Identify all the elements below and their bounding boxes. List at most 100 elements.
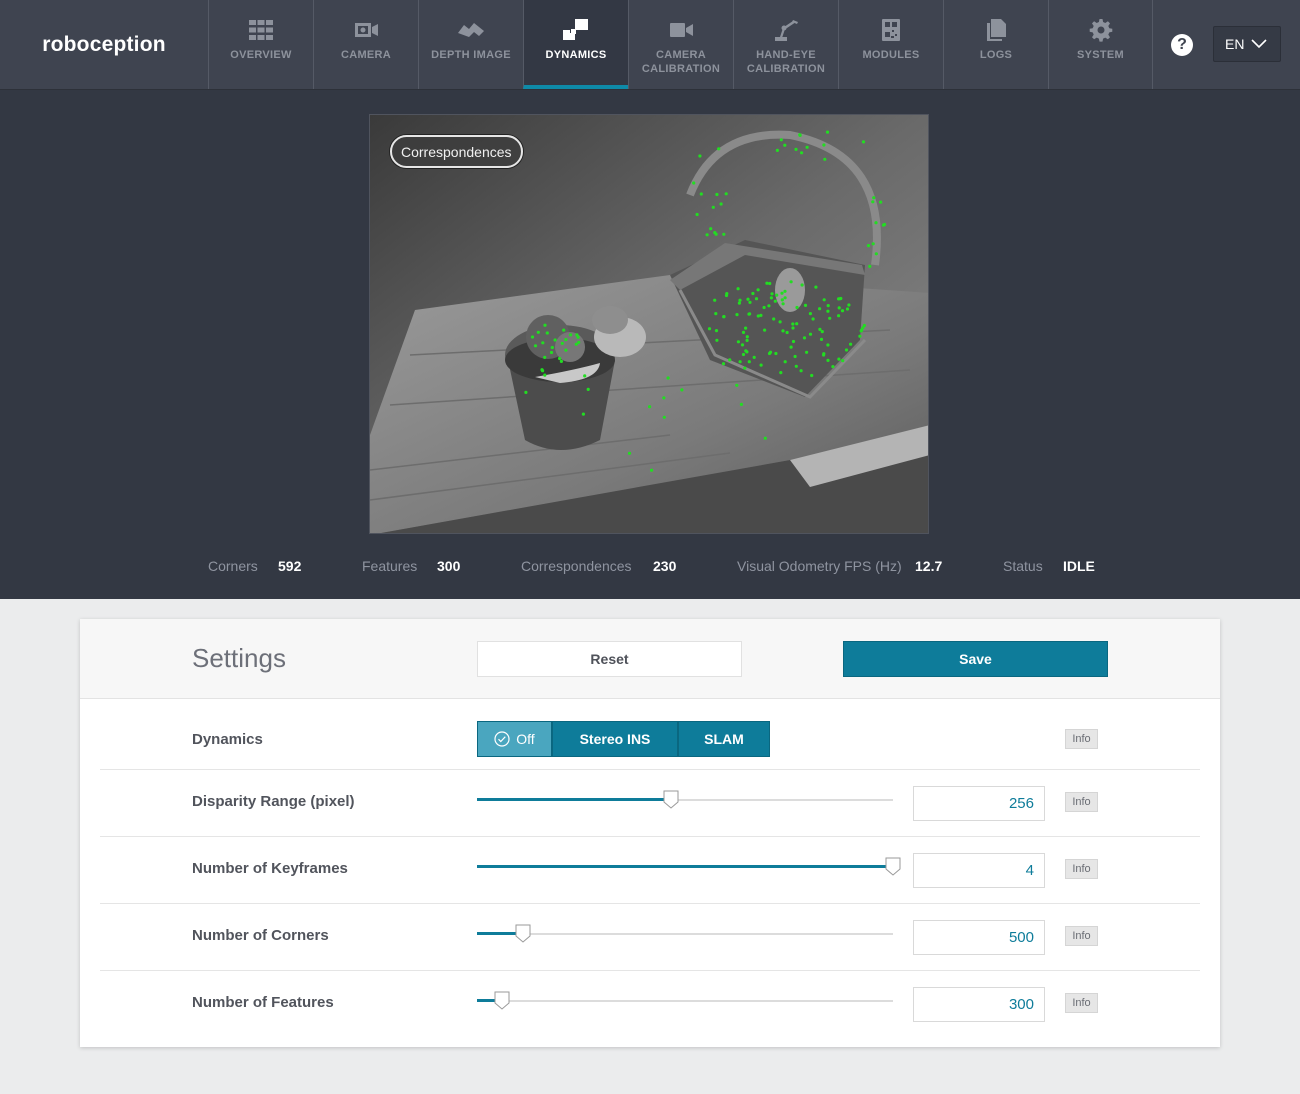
feature-point [741,330,746,334]
disparity-range-info-button[interactable]: Info [1065,792,1098,812]
feature-point [781,302,785,306]
features-slider[interactable] [477,991,893,1011]
tab-depth-image[interactable]: DEPTH IMAGE [418,0,523,89]
roboception-logo[interactable]: roboception [0,0,208,89]
keyframes-input[interactable]: 4 [913,853,1045,888]
feature-point [803,303,808,307]
reset-button[interactable]: Reset [477,641,742,677]
stat-corners-value: 592 [278,558,302,574]
corners-slider[interactable] [477,924,893,944]
feature-point [874,252,878,256]
disparity-range-slider[interactable] [477,790,893,810]
feature-point [789,280,793,284]
slider-thumb[interactable] [494,991,510,1010]
dynamics-off-button[interactable]: Off [477,721,552,757]
tab-system[interactable]: SYSTEM [1048,0,1153,89]
slider-thumb[interactable] [515,924,531,943]
feature-point [715,192,719,197]
feature-point [754,297,759,301]
tab-dynamics[interactable]: DYNAMICS [523,0,628,89]
features-label: Number of Features [192,994,334,1011]
feature-point [724,192,728,196]
dynamics-info-button[interactable]: Info [1065,729,1098,749]
slider-fill [477,865,893,868]
feature-point [680,388,684,392]
keyframes-info-button[interactable]: Info [1065,859,1098,879]
feature-point [794,147,798,151]
feature-point [666,376,670,380]
save-button[interactable]: Save [843,641,1108,677]
feature-point [871,242,875,246]
feature-point [793,354,797,359]
video-camera-icon [670,23,693,37]
feature-point [747,360,751,364]
features-info-button[interactable]: Info [1065,993,1098,1013]
dynamics-row: Dynamics Off Stereo INS SLAM Info [100,699,1200,770]
feature-point [818,327,822,331]
settings-header: Settings Reset Save [80,619,1220,699]
help-icon[interactable]: ? [1171,34,1193,56]
feature-point [805,350,809,354]
features-input[interactable]: 300 [913,987,1045,1022]
tab-logs[interactable]: LOGS [943,0,1048,89]
feature-point [800,151,804,155]
dynamics-slam-button[interactable]: SLAM [678,721,770,757]
feature-point [739,402,743,406]
feature-point [769,296,773,300]
feature-point [826,309,830,313]
tab-camera[interactable]: CAMERA [313,0,418,89]
feature-point [868,264,872,268]
slider-thumb[interactable] [663,790,679,809]
feature-point [778,320,782,324]
feature-point [714,329,719,333]
tab-logs-label: LOGS [979,49,1013,61]
feature-point [558,356,562,361]
feature-point [765,281,769,285]
slider-track [477,1000,893,1002]
documents-icon [987,19,1006,41]
corners-info-button[interactable]: Info [1065,926,1098,946]
feature-point [858,334,862,338]
feature-point [879,200,883,204]
disparity-range-input[interactable]: 256 [913,786,1045,821]
language-value: EN [1225,36,1245,52]
feature-point [736,340,740,344]
tab-hand-eye-calibration[interactable]: HAND-EYE CALIBRATION [733,0,838,89]
dynamics-stereo-ins-button[interactable]: Stereo INS [552,721,678,757]
corners-input[interactable]: 500 [913,920,1045,955]
tab-overview[interactable]: OVERVIEW [208,0,313,89]
feature-point [826,358,830,362]
feature-point [811,317,815,321]
feature-point [564,348,568,352]
tab-system-label: SYSTEM [1076,49,1125,61]
keyframes-slider[interactable] [477,857,901,877]
language-select[interactable]: EN [1213,26,1281,62]
feature-point [541,369,545,373]
stat-correspondences-label: Correspondences [521,558,632,574]
feature-point [872,196,876,200]
corners-row: Number of Corners 500 Info [100,904,1200,971]
tab-modules[interactable]: MODULES [838,0,943,89]
feature-point [721,362,726,366]
feature-point [714,312,718,316]
tab-camera-calibration[interactable]: CAMERA CALIBRATION [628,0,733,89]
feature-point [826,304,830,308]
check-circle-icon [494,731,510,747]
correspondences-badge[interactable]: Correspondences [390,135,523,168]
feature-point [802,336,807,340]
settings-title: Settings [192,643,286,673]
feature-point [847,303,851,307]
feature-point [759,363,763,367]
feature-point [791,326,795,330]
slider-track [477,933,893,935]
feature-point [822,352,826,356]
stat-features-value: 300 [437,558,461,574]
feature-point [818,307,822,311]
tab-hand-eye-calibration-label: HAND-EYE CALIBRATION [746,49,826,75]
slider-thumb[interactable] [885,857,901,876]
feature-point [744,326,748,330]
feature-point [735,313,739,317]
feature-point [560,341,564,345]
feature-point [699,192,703,196]
feature-point [866,244,871,248]
